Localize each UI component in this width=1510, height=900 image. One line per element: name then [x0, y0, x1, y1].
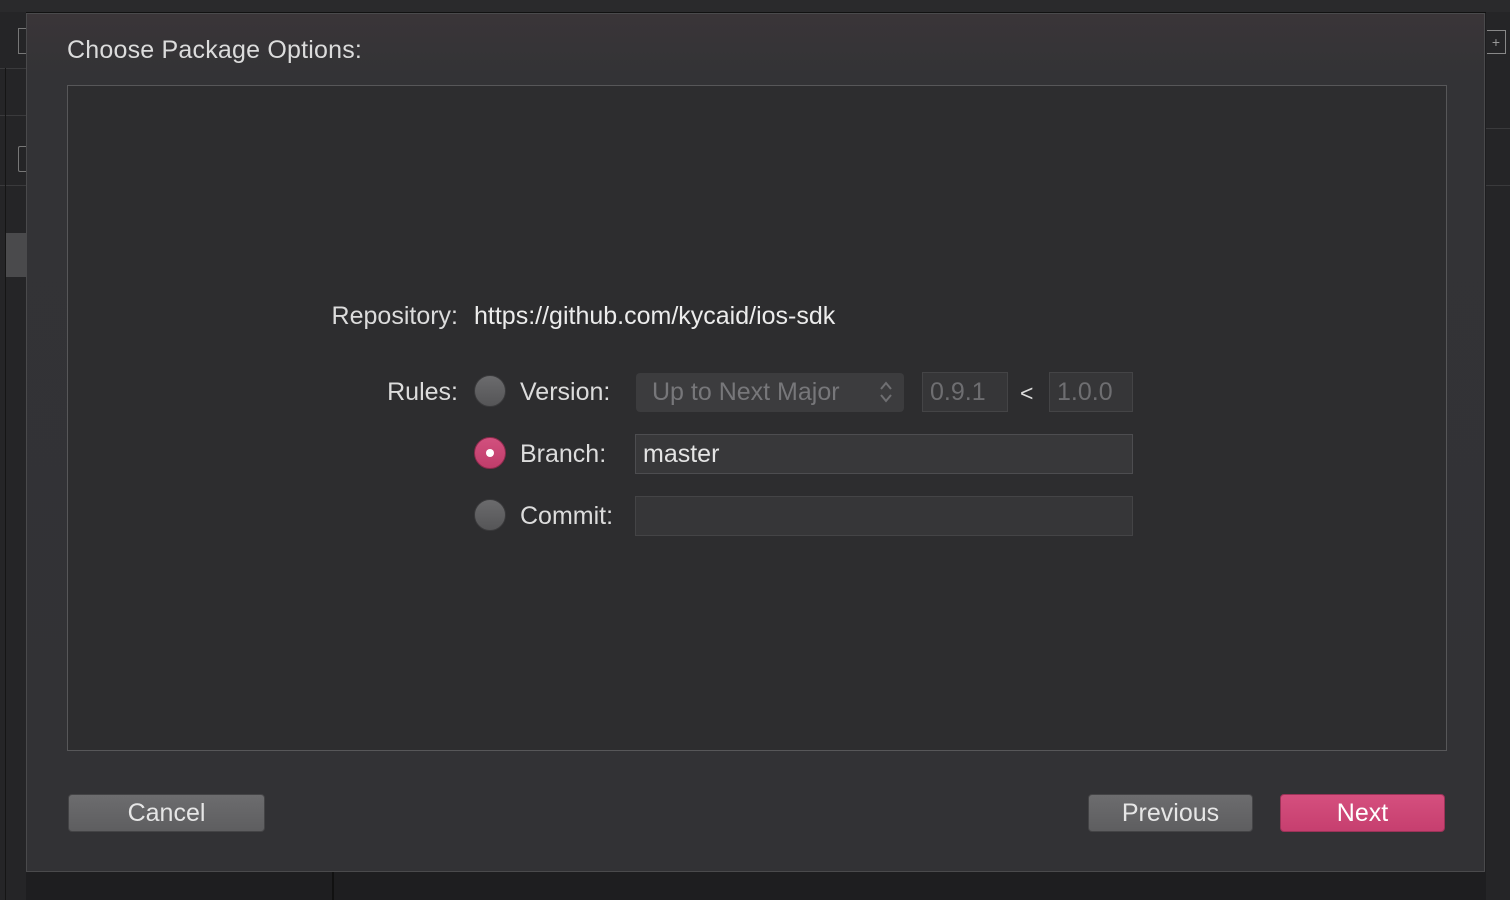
navigator-divider	[0, 115, 26, 116]
rules-label: Rules:	[387, 378, 458, 406]
chevron-up-down-icon	[880, 381, 892, 403]
previous-button[interactable]: Previous	[1088, 794, 1253, 832]
repository-label: Repository:	[331, 302, 458, 330]
next-button[interactable]: Next	[1280, 794, 1445, 832]
version-lower-bound-value: 0.9.1	[930, 378, 986, 406]
version-radio[interactable]	[474, 375, 506, 407]
package-options-sheet: Choose Package Options: Repository: http…	[26, 13, 1485, 872]
version-upper-bound-field[interactable]: 1.0.0	[1049, 372, 1133, 412]
navigator-selected-row[interactable]	[6, 233, 26, 277]
inspector-divider	[1486, 128, 1510, 129]
commit-radio[interactable]	[474, 499, 506, 531]
branch-label: Branch:	[520, 440, 607, 468]
commit-field[interactable]	[635, 496, 1133, 536]
add-editor-icon[interactable]: +	[1487, 30, 1506, 54]
branch-field[interactable]: master	[635, 434, 1133, 474]
cancel-button[interactable]: Cancel	[68, 794, 265, 832]
window-toolbar	[0, 0, 1510, 13]
navigator-border	[5, 68, 6, 900]
inspector-pane	[1486, 12, 1510, 900]
editor-split-divider	[332, 872, 334, 900]
navigator-divider	[0, 185, 26, 186]
repository-url: https://github.com/kycaid/ios-sdk	[474, 302, 836, 330]
radio-selected-dot	[486, 449, 494, 457]
branch-value: master	[643, 440, 720, 468]
version-range-operator: <	[1020, 380, 1034, 406]
inspector-divider	[1486, 185, 1510, 186]
sheet-title: Choose Package Options:	[67, 36, 363, 64]
version-upper-bound-value: 1.0.0	[1057, 378, 1113, 406]
version-lower-bound-field[interactable]: 0.9.1	[922, 372, 1008, 412]
version-rule-value: Up to Next Major	[652, 378, 840, 406]
version-rule-popup[interactable]: Up to Next Major	[636, 373, 904, 412]
commit-label: Commit:	[520, 502, 614, 530]
options-panel: Repository: https://github.com/kycaid/io…	[67, 85, 1447, 751]
navigator-divider	[0, 68, 26, 69]
version-label: Version:	[520, 378, 611, 406]
branch-radio[interactable]	[474, 437, 506, 469]
